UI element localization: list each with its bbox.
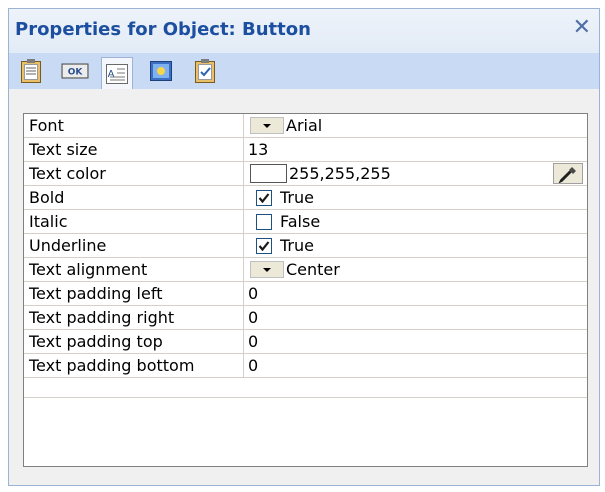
tab-button[interactable]: OK	[59, 57, 91, 85]
toolbar: OK A	[9, 53, 599, 89]
tab-image[interactable]	[145, 57, 177, 85]
padding-top-value: 0	[248, 332, 259, 351]
text-alignment-value: Center	[286, 260, 340, 279]
checkmark-icon	[258, 241, 270, 252]
padding-right-field[interactable]: 0	[244, 306, 587, 329]
property-row-text-color: Text color 255,255,255	[24, 162, 587, 186]
property-name: Text padding top	[24, 330, 244, 353]
dropdown-button[interactable]	[250, 117, 284, 134]
color-swatch[interactable]	[250, 164, 287, 183]
chevron-down-icon	[263, 123, 271, 128]
clipboard-check-icon	[195, 59, 215, 83]
image-icon	[150, 61, 172, 81]
underline-value: True	[280, 236, 314, 255]
padding-top-field[interactable]: 0	[244, 330, 587, 353]
padding-bottom-value: 0	[248, 356, 259, 375]
property-row-padding-bottom: Text padding bottom 0	[24, 354, 587, 378]
clipboard-icon	[21, 59, 41, 83]
svg-text:A: A	[108, 69, 115, 80]
text-color-value: 255,255,255	[289, 164, 391, 183]
chevron-down-icon	[263, 267, 271, 272]
property-row-italic: Italic False	[24, 210, 587, 234]
property-name: Text size	[24, 138, 244, 161]
property-row-font: Font Arial	[24, 114, 587, 138]
property-value[interactable]: Center	[244, 258, 587, 281]
property-row-padding-left: Text padding left 0	[24, 282, 587, 306]
dropdown-button[interactable]	[250, 261, 284, 278]
property-name: Text alignment	[24, 258, 244, 281]
font-value: Arial	[286, 116, 323, 135]
property-row-text-alignment: Text alignment Center	[24, 258, 587, 282]
property-grid: Font Arial Text size 13 Text color 255,2…	[23, 113, 588, 467]
property-name: Bold	[24, 186, 244, 209]
property-value: False	[244, 210, 587, 233]
property-row-padding-top: Text padding top 0	[24, 330, 587, 354]
text-color-field[interactable]: 255,255,255	[244, 162, 587, 185]
tab-general[interactable]	[15, 57, 47, 85]
property-name: Font	[24, 114, 244, 137]
property-name: Italic	[24, 210, 244, 233]
text-size-value: 13	[248, 140, 269, 159]
property-value: True	[244, 186, 587, 209]
ok-button-icon: OK	[61, 63, 89, 79]
properties-window: Properties for Object: Button ✕ OK A Fon…	[8, 8, 600, 486]
property-name: Underline	[24, 234, 244, 257]
padding-left-field[interactable]: 0	[244, 282, 587, 305]
property-name: Text padding right	[24, 306, 244, 329]
underline-checkbox[interactable]	[256, 238, 272, 254]
color-picker-button[interactable]	[553, 163, 583, 184]
svg-text:OK: OK	[68, 68, 84, 78]
property-value: True	[244, 234, 587, 257]
tab-checklist[interactable]	[189, 57, 221, 85]
tab-text[interactable]: A	[101, 57, 133, 89]
property-name: Text padding left	[24, 282, 244, 305]
italic-value: False	[280, 212, 321, 231]
property-value[interactable]: Arial	[244, 114, 587, 137]
bold-value: True	[280, 188, 314, 207]
text-format-icon: A	[106, 63, 128, 84]
padding-right-value: 0	[248, 308, 259, 327]
window-title: Properties for Object: Button	[15, 19, 311, 40]
property-name: Text padding bottom	[24, 354, 244, 377]
checkmark-icon	[258, 193, 270, 204]
property-row-padding-right: Text padding right 0	[24, 306, 587, 330]
property-row-underline: Underline True	[24, 234, 587, 258]
text-size-field[interactable]: 13	[244, 138, 587, 161]
property-row-bold: Bold True	[24, 186, 587, 210]
property-row-text-size: Text size 13	[24, 138, 587, 162]
close-icon[interactable]: ✕	[573, 15, 591, 40]
eyedropper-icon	[558, 166, 576, 183]
padding-left-value: 0	[248, 284, 259, 303]
title-bar: Properties for Object: Button ✕	[9, 9, 599, 53]
property-name: Text color	[24, 162, 244, 185]
empty-row	[24, 378, 587, 398]
italic-checkbox[interactable]	[256, 214, 272, 230]
padding-bottom-field[interactable]: 0	[244, 354, 587, 377]
bold-checkbox[interactable]	[256, 190, 272, 206]
